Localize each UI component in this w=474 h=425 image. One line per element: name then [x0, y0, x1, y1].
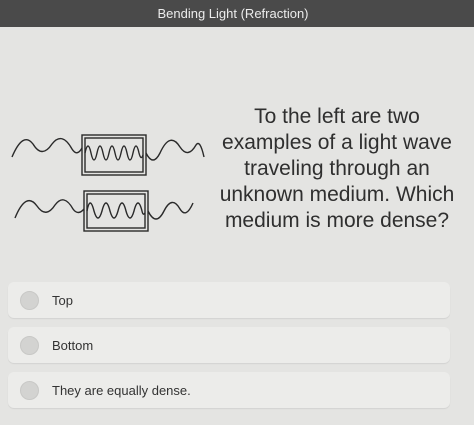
top-medium-inner-box — [84, 137, 144, 173]
radio-button-icon[interactable] — [20, 290, 39, 310]
answer-option-equally-dense[interactable]: They are equally dense. — [8, 372, 450, 408]
bottom-wave-right — [147, 201, 194, 220]
assignment-title-bar: Bending Light (Refraction) — [0, 0, 474, 27]
top-wave-right — [145, 139, 205, 161]
question-text: To the left are two examples of a light … — [219, 105, 455, 232]
top-wave-left — [11, 137, 83, 158]
answer-option-top[interactable]: Top — [8, 282, 450, 318]
top-wave — [11, 134, 205, 176]
bottom-wave — [14, 190, 194, 232]
answer-option-label: They are equally dense. — [52, 382, 191, 398]
answer-option-label: Top — [52, 292, 73, 308]
bottom-wave-compressed — [86, 202, 146, 219]
radio-button-icon[interactable] — [20, 335, 39, 355]
answer-option-label: Bottom — [52, 337, 94, 353]
bottom-medium-inner-box — [86, 193, 146, 229]
radio-button-icon[interactable] — [20, 380, 39, 400]
bottom-wave-left — [14, 199, 85, 219]
assignment-title: Bending Light (Refraction) — [157, 6, 309, 21]
wave-diagram — [11, 134, 205, 232]
answer-option-bottom[interactable]: Bottom — [8, 327, 450, 363]
top-wave-compressed — [84, 145, 144, 161]
